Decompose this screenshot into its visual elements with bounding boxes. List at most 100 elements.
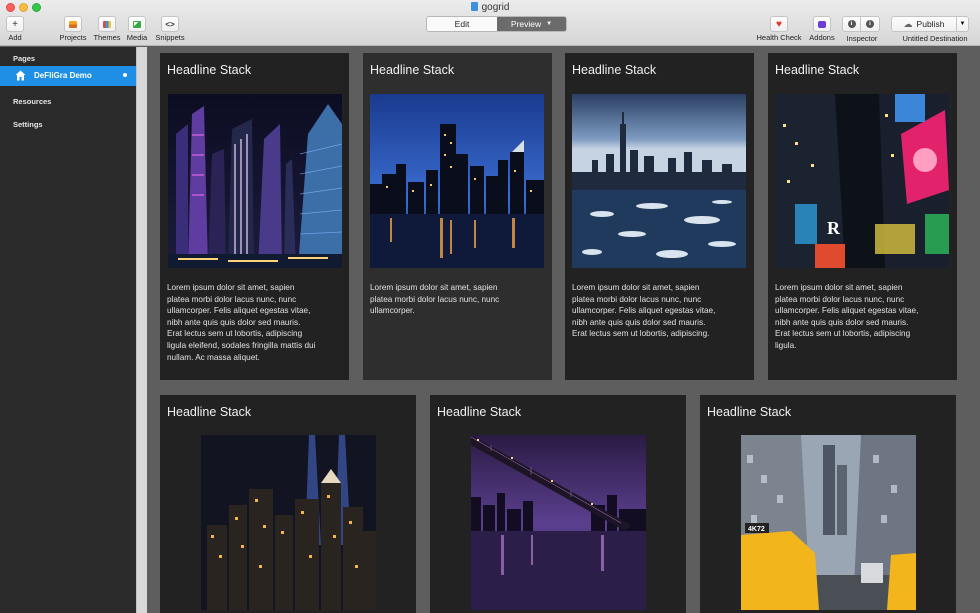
publish-control: ☁ Publish ▼ xyxy=(891,16,969,32)
card-image: R xyxy=(775,94,949,268)
card-headline: Headline Stack xyxy=(167,63,252,77)
card-text-line: Lorem ipsum dolor sit amet, sapien xyxy=(775,283,903,292)
snippets-button[interactable]: <> Snippets xyxy=(153,16,187,42)
snippets-label: Snippets xyxy=(155,33,185,42)
card-image: 4K72 xyxy=(741,435,916,610)
card-text-line: nibh ante quis quis dolor sed mauris. xyxy=(167,317,301,327)
card-text-line: nibh ante quis quis dolor sed mauris. xyxy=(775,317,909,327)
svg-text:R: R xyxy=(827,218,841,238)
inspector-label-text: Inspector xyxy=(846,34,878,43)
card: Headline Stack 4K72 xyxy=(700,395,956,613)
preview-label: Preview xyxy=(510,19,542,29)
add-button[interactable]: + Add xyxy=(4,16,26,42)
sidebar-heading-pages: Pages xyxy=(13,54,36,63)
sidebar-item-page[interactable]: DeFliGra Demo xyxy=(0,66,136,86)
themes-button[interactable]: Themes xyxy=(92,16,122,42)
document-icon xyxy=(470,2,478,11)
card-text-line: Erat lectus sem ut lobortis, adipiscing. xyxy=(572,329,710,339)
skyscrapers-night-photo xyxy=(168,94,342,268)
card-text-line: ullamcorper. xyxy=(370,306,415,316)
themes-icon xyxy=(98,16,116,32)
card-text-line: Lorem ipsum dolor sit amet, sapien xyxy=(167,283,295,292)
card-body-text: Lorem ipsum dolor sit amet, sapien platea… xyxy=(572,282,752,340)
city-skyline-water-photo xyxy=(370,94,544,268)
sidebar-item-settings[interactable]: Settings xyxy=(13,120,43,129)
card-image xyxy=(471,435,646,610)
health-check-label: Health Check xyxy=(756,33,802,42)
publish-label: Publish xyxy=(916,19,945,29)
edit-mode-button[interactable]: Edit xyxy=(427,17,497,31)
themes-label: Themes xyxy=(93,33,121,42)
card: Headline Stack xyxy=(160,395,416,613)
card-text-line: ligula eleifend, sodales fringilla matti… xyxy=(167,340,316,350)
svg-text:4K72: 4K72 xyxy=(748,526,765,533)
card-headline: Headline Stack xyxy=(707,405,792,419)
publish-destination-text: Untitled Destination xyxy=(902,34,968,43)
bridge-night-photo xyxy=(471,435,646,610)
edit-label: Edit xyxy=(454,19,470,29)
card-body-text: Lorem ipsum dolor sit amet, sapien platea… xyxy=(167,282,347,363)
tribute-in-light-photo xyxy=(201,435,376,610)
projects-button[interactable]: Projects xyxy=(57,16,89,42)
health-check-button[interactable]: ♥ Health Check xyxy=(753,16,805,42)
card-text-line: ullamcorper. Felis aliquet egestas vitae… xyxy=(775,306,919,316)
card: Headline Stack xyxy=(430,395,686,613)
projects-icon xyxy=(64,16,82,32)
card-text-line: Lorem ipsum dolor sit amet, sapien xyxy=(370,283,498,292)
card-text-line: Lorem ipsum dolor sit amet, sapien xyxy=(572,283,700,292)
status-dot xyxy=(123,73,127,77)
media-button[interactable]: Media xyxy=(125,16,149,42)
publish-button[interactable]: ☁ Publish xyxy=(891,16,957,32)
cloud-icon: ☁ xyxy=(903,18,913,29)
card-headline: Headline Stack xyxy=(775,63,860,77)
add-label: Add xyxy=(8,33,22,42)
card-headline: Headline Stack xyxy=(572,63,657,77)
window-title-text: gogrid xyxy=(481,2,510,13)
sidebar-item-label: DeFliGra Demo xyxy=(34,71,92,80)
card-headline: Headline Stack xyxy=(167,405,252,419)
card-text-line: nibh ante quis quis dolor sed mauris. xyxy=(572,317,706,327)
card-image xyxy=(201,435,376,610)
addons-button[interactable]: Addons xyxy=(806,16,838,42)
mode-switch: Edit Preview ▼ xyxy=(426,16,567,32)
card-headline: Headline Stack xyxy=(370,63,455,77)
info-icon[interactable]: i xyxy=(861,16,880,32)
yellow-taxi-street-photo: 4K72 xyxy=(741,435,916,610)
preview-canvas: Headline Stack Lorem ipsum dolor sit ame… xyxy=(147,47,980,613)
card-text-line: Erat lectus sem ut lobortis, adipiscing xyxy=(167,329,303,339)
card-text-line: platea morbi dolor lacus nunc, nunc xyxy=(775,294,905,304)
card-image xyxy=(370,94,544,268)
house-icon xyxy=(15,70,26,81)
addons-label: Addons xyxy=(809,33,835,42)
inspector-label: Inspector xyxy=(840,34,884,43)
sidebar-scrollbar[interactable] xyxy=(136,47,147,613)
card: Headline Stack Lorem ipsum dolor sit ame… xyxy=(565,53,754,380)
card-body-text: Lorem ipsum dolor sit amet, sapien platea… xyxy=(370,282,550,317)
preview-mode-button[interactable]: Preview ▼ xyxy=(497,17,566,31)
chevron-down-icon: ▼ xyxy=(959,21,966,27)
sidebar: Pages DeFliGra Demo Resources Settings xyxy=(0,47,136,613)
media-icon xyxy=(128,16,146,32)
projects-label: Projects xyxy=(59,33,87,42)
card: Headline Stack Lorem ipsum dolor sit ame… xyxy=(363,53,552,380)
card: Headline Stack Lorem ipsum dolor sit ame… xyxy=(160,53,349,380)
times-square-photo: R xyxy=(775,94,949,268)
card-image xyxy=(168,94,342,268)
puzzle-icon xyxy=(813,16,831,32)
card-text-line: ligula. xyxy=(775,340,797,350)
card-image xyxy=(572,94,746,268)
card-text-line: platea morbi dolor lacus nunc, nunc xyxy=(167,294,297,304)
chevron-down-icon: ▼ xyxy=(546,21,553,27)
card-text-line: platea morbi dolor lacus nunc, nunc xyxy=(370,294,500,304)
card-text-line: platea morbi dolor lacus nunc, nunc xyxy=(572,294,702,304)
info-icon[interactable]: i xyxy=(842,16,861,32)
sidebar-item-resources[interactable]: Resources xyxy=(13,97,51,106)
card-body-text: Lorem ipsum dolor sit amet, sapien platea… xyxy=(775,282,955,352)
card-text-line: ullamcorper. Felis aliquet egestas vitae… xyxy=(167,306,311,316)
plus-icon: + xyxy=(6,16,24,32)
inspector-button[interactable]: i i xyxy=(842,16,880,32)
card-text-line: Erat lectus sem ut lobortis, adipiscing xyxy=(775,329,911,339)
code-icon: <> xyxy=(161,16,179,32)
publish-menu-button[interactable]: ▼ xyxy=(957,16,969,32)
card-text-line: ullamcorper. Felis aliquet egestas vitae… xyxy=(572,306,716,316)
